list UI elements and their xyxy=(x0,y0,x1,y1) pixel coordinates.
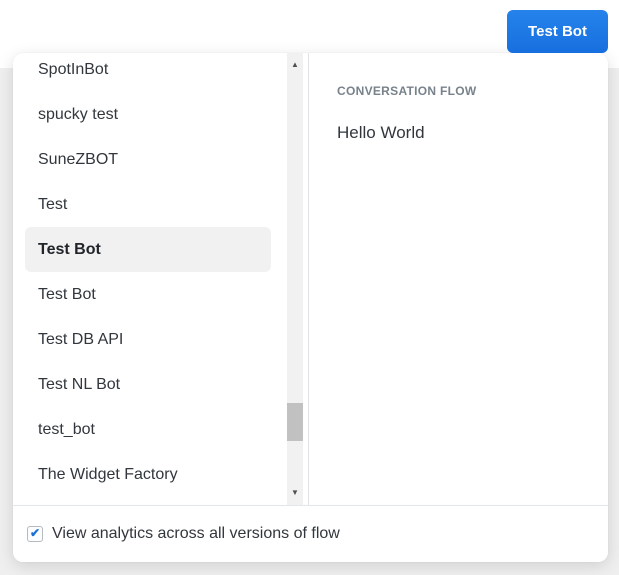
list-item[interactable]: Test DB API xyxy=(25,317,271,362)
list-item[interactable]: SuneZBOT xyxy=(25,137,271,182)
bot-list: SpotInBot spucky test SuneZBOT Test Test Bot… xyxy=(13,53,287,505)
flow-list: Hello World xyxy=(337,123,588,143)
list-item[interactable]: The Widget Factory xyxy=(25,452,271,497)
list-item[interactable]: Test Bot xyxy=(25,272,271,317)
list-item[interactable]: spucky test xyxy=(25,92,271,137)
conversation-flow-panel: CONVERSATION FLOW Hello World xyxy=(309,53,608,505)
list-item[interactable]: SpotInBot xyxy=(25,53,271,92)
scrollbar-thumb[interactable] xyxy=(287,403,303,441)
analytics-checkbox-label[interactable]: View analytics across all versions of fl… xyxy=(52,525,340,543)
scroll-down-icon[interactable]: ▼ xyxy=(287,485,303,499)
list-item[interactable]: test_bot xyxy=(25,407,271,452)
analytics-checkbox[interactable]: ✔ xyxy=(27,526,43,542)
panel-footer: ✔ View analytics across all versions of … xyxy=(13,505,608,562)
list-item[interactable]: Test xyxy=(25,182,271,227)
checkmark-icon: ✔ xyxy=(29,526,41,540)
bot-list-column: SpotInBot spucky test SuneZBOT Test Test Bot… xyxy=(13,53,309,505)
list-item[interactable]: Test NL Bot xyxy=(25,362,271,407)
scrollbar[interactable]: ▲ ▼ xyxy=(287,53,303,505)
test-bot-button[interactable]: Test Bot xyxy=(507,10,608,53)
bot-selector-panel: SpotInBot spucky test SuneZBOT Test Test Bot… xyxy=(13,53,608,562)
panel-main-row: SpotInBot spucky test SuneZBOT Test Test Bot… xyxy=(13,53,608,505)
conversation-flow-header: CONVERSATION FLOW xyxy=(337,84,477,98)
list-item[interactable]: Test Bot xyxy=(25,227,271,272)
flow-item[interactable]: Hello World xyxy=(337,123,588,143)
scroll-up-icon[interactable]: ▲ xyxy=(287,57,303,71)
